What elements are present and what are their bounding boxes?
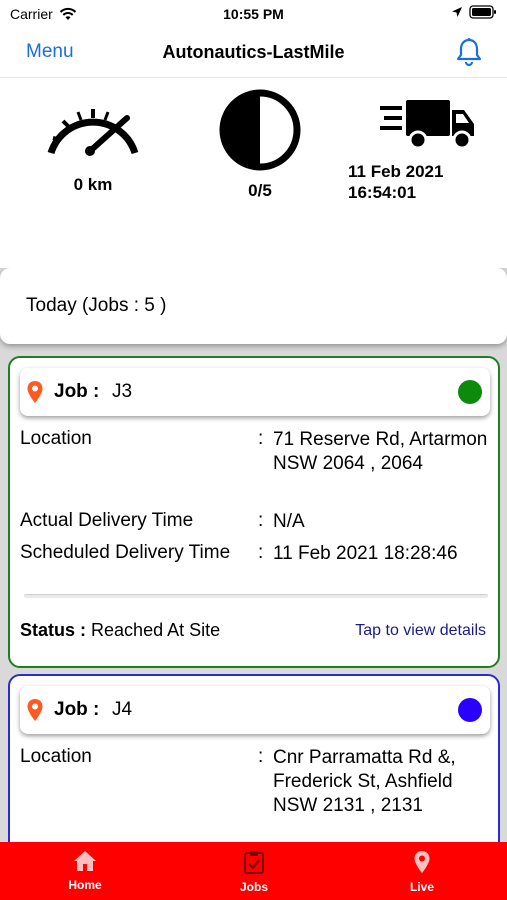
nav-bar: Menu Autonautics-LastMile [0, 28, 507, 78]
battery-icon [469, 5, 496, 19]
job-id: J4 [112, 699, 133, 720]
location-pin-icon [414, 851, 430, 873]
status-indicator [458, 698, 482, 722]
job-label: Job : [54, 699, 100, 720]
status-value: Reached At Site [91, 620, 221, 640]
location-arrow-icon [452, 7, 462, 17]
today-header: Today (Jobs : 5 ) [0, 268, 507, 344]
tab-jobs[interactable]: Jobs [204, 850, 304, 894]
distance-value: 0 km [73, 175, 113, 194]
speedometer-icon [47, 109, 139, 156]
job-header: Job : J4 [20, 686, 490, 734]
today-label: Today (Jobs : 5 ) [26, 295, 167, 316]
location-value: 71 Reserve Rd, Artarmon NSW 2064 , 2064 [273, 429, 488, 474]
job-id: J3 [112, 381, 133, 402]
summary-panel: 0 km 0/5 11 Feb 2021 16:54:01 [0, 80, 507, 270]
status-indicator [458, 380, 482, 404]
distance-summary: 0 km [38, 98, 148, 195]
clock: 10:55 PM [223, 6, 284, 22]
tab-home[interactable]: Home [35, 850, 135, 892]
clipboard-icon [244, 851, 264, 874]
status-line: Status : Reached At Site [20, 620, 220, 641]
job-header: Job : J3 [20, 368, 490, 416]
jobs-progress-summary: 0/5 [212, 88, 308, 201]
location-pin-icon [27, 381, 43, 403]
colon-separator: : [258, 746, 264, 767]
delivery-truck-icon [380, 100, 474, 150]
location-label: Location [20, 746, 92, 767]
tab-label: Jobs [239, 880, 268, 894]
job-card[interactable]: Job : J3 Location : 71 Reserve Rd, Artar… [8, 356, 500, 668]
scheduled-delivery-label: Scheduled Delivery Time [20, 542, 231, 563]
status-bar: Carrier 10:55 PM [0, 0, 507, 28]
colon-separator: : [258, 510, 264, 531]
colon-separator: : [258, 542, 264, 563]
job-label: Job : [54, 381, 100, 402]
tab-bar: Home Jobs Live [0, 842, 507, 900]
jobs-list[interactable]: Today (Jobs : 5 ) Job : J3 Location : 71… [0, 268, 507, 842]
job-card[interactable]: Job : J4 Location : Cnr Parramatta Rd &,… [8, 674, 500, 842]
tab-label: Live [409, 880, 434, 894]
actual-delivery-value: N/A [273, 511, 305, 532]
divider [24, 594, 488, 598]
tab-label: Home [68, 878, 102, 892]
tab-live[interactable]: Live [372, 850, 472, 894]
status-right [451, 5, 497, 19]
actual-delivery-label: Actual Delivery Time [20, 510, 194, 531]
last-update-summary: 11 Feb 2021 16:54:01 [340, 98, 480, 203]
half-circle-icon [219, 89, 301, 171]
bell-icon[interactable] [453, 36, 485, 68]
location-label: Location [20, 428, 92, 449]
page-title: Autonautics-LastMile [162, 42, 345, 62]
last-update-date: 11 Feb 2021 [348, 162, 444, 181]
location-pin-icon [27, 699, 43, 721]
last-update-time: 16:54:01 [348, 183, 417, 202]
status-label: Status : [20, 620, 87, 640]
home-icon [74, 851, 96, 871]
location-value: Cnr Parramatta Rd &, Frederick St, Ashfi… [273, 747, 456, 816]
colon-separator: : [258, 428, 264, 449]
scheduled-delivery-value: 11 Feb 2021 18:28:46 [273, 543, 458, 564]
view-details-link[interactable]: Tap to view details [355, 622, 486, 640]
jobs-progress-value: 0/5 [248, 181, 272, 200]
